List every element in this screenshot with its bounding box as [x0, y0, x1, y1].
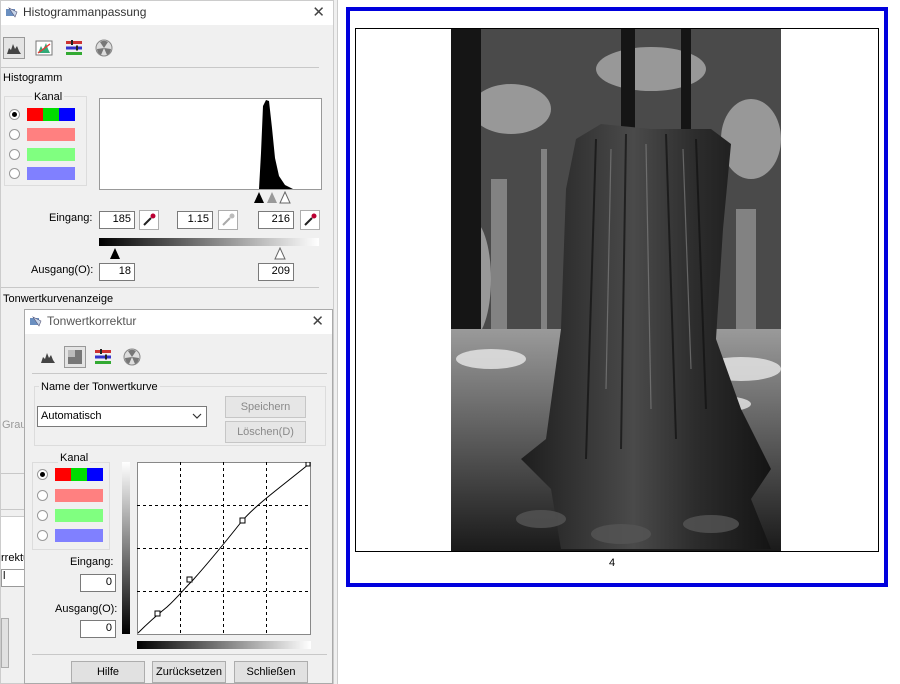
settings-icon[interactable] — [92, 346, 114, 368]
input-label: Eingang: — [70, 556, 114, 568]
output-value-field[interactable]: 0 — [80, 620, 116, 638]
partial-field[interactable]: l — [1, 569, 26, 587]
input-white-field[interactable]: 216 — [258, 211, 294, 229]
output-white-field[interactable]: 209 — [258, 263, 294, 281]
output-slider-handles[interactable] — [99, 247, 321, 260]
eyedropper-icon[interactable] — [139, 210, 159, 230]
close-button[interactable]: Schließen — [234, 661, 308, 683]
swatch-light-red — [27, 128, 75, 141]
swatch-green — [71, 468, 87, 481]
app-icon — [30, 316, 42, 327]
output-label: Ausgang(O): — [55, 603, 118, 615]
channel-blue-radio[interactable] — [37, 530, 48, 541]
output-gradient-bar — [99, 238, 319, 246]
page-number: 4 — [609, 557, 616, 569]
swatch-light-blue — [27, 167, 75, 180]
app-icon — [6, 7, 18, 18]
channel-blue-radio[interactable] — [9, 168, 20, 179]
channel-label: Kanal — [58, 452, 91, 464]
partial-button[interactable] — [1, 618, 9, 668]
horizontal-gradient-bar — [137, 641, 311, 649]
input-gamma-field[interactable]: 1.15 — [177, 211, 213, 229]
curve-name-value: Automatisch — [41, 410, 102, 422]
curve-name-select[interactable]: Automatisch — [37, 406, 207, 427]
histogram-icon[interactable] — [3, 37, 25, 59]
channel-rgb-radio[interactable] — [9, 109, 20, 120]
channel-red-radio[interactable] — [9, 129, 20, 140]
tone-curve-icon[interactable] — [64, 346, 86, 368]
input-value-field[interactable]: 0 — [80, 574, 116, 592]
divider — [32, 654, 327, 655]
input-slider-handles[interactable] — [253, 191, 293, 204]
channel-label: Kanal — [32, 91, 65, 103]
tone-curve-graph[interactable] — [137, 462, 311, 635]
reset-button[interactable]: Zurücksetzen — [152, 661, 226, 683]
channel-rgb-radio[interactable] — [37, 469, 48, 480]
radioactive-icon[interactable] — [121, 346, 143, 368]
delete-button[interactable]: Löschen(D) — [225, 421, 306, 443]
swatch-red — [27, 108, 43, 121]
divider — [1, 287, 319, 288]
tree-stump-photo — [451, 29, 781, 551]
titlebar[interactable]: Histogrammanpassung ✕ — [1, 1, 333, 25]
window-title: Tonwertkorrektur — [47, 314, 137, 328]
save-button[interactable]: Speichern — [225, 396, 306, 418]
input-black-field[interactable]: 185 — [99, 211, 135, 229]
divider — [1, 67, 319, 68]
divider — [1, 509, 26, 510]
swatch-light-blue — [55, 529, 103, 542]
eyedropper-icon[interactable] — [300, 210, 320, 230]
histogram-icon[interactable] — [37, 346, 59, 368]
swatch-light-green — [27, 148, 75, 161]
page-thumbnail[interactable] — [355, 28, 879, 552]
histogram-graph — [99, 98, 322, 190]
tone-curve-window: Tonwertkorrektur ✕ Name der Tonwertkurve… — [24, 309, 333, 684]
swatch-light-red — [55, 489, 103, 502]
input-label: Eingang: — [49, 212, 93, 224]
output-label: Ausgang(O): — [31, 264, 94, 276]
settings-icon[interactable] — [63, 37, 85, 59]
color-histogram-icon[interactable] — [33, 37, 55, 59]
swatch-blue — [87, 468, 103, 481]
swatch-red — [55, 468, 71, 481]
partial-field-text: l — [3, 570, 6, 582]
channel-green-radio[interactable] — [37, 510, 48, 521]
radioactive-icon[interactable] — [93, 37, 115, 59]
close-icon[interactable]: ✕ — [311, 312, 324, 330]
channel-red-radio[interactable] — [37, 490, 48, 501]
swatch-green — [43, 108, 59, 121]
curve-name-label: Name der Tonwertkurve — [39, 381, 160, 393]
section-curve-label: Tonwertkurvenanzeige — [3, 293, 114, 305]
chevron-down-icon — [192, 413, 202, 419]
divider — [1, 473, 26, 474]
eyedropper-icon[interactable] — [218, 210, 238, 230]
divider — [32, 373, 327, 374]
titlebar[interactable]: Tonwertkorrektur ✕ — [25, 310, 332, 334]
help-button[interactable]: Hilfe — [71, 661, 145, 683]
vertical-gradient-bar — [122, 462, 130, 634]
close-icon[interactable]: ✕ — [312, 3, 325, 21]
output-black-field[interactable]: 18 — [99, 263, 135, 281]
partial-grau-label: Grau — [2, 419, 27, 431]
window-title: Histogrammanpassung — [23, 5, 147, 19]
swatch-light-green — [55, 509, 103, 522]
section-histogram-label: Histogramm — [3, 72, 63, 84]
channel-green-radio[interactable] — [9, 149, 20, 160]
swatch-blue — [59, 108, 75, 121]
